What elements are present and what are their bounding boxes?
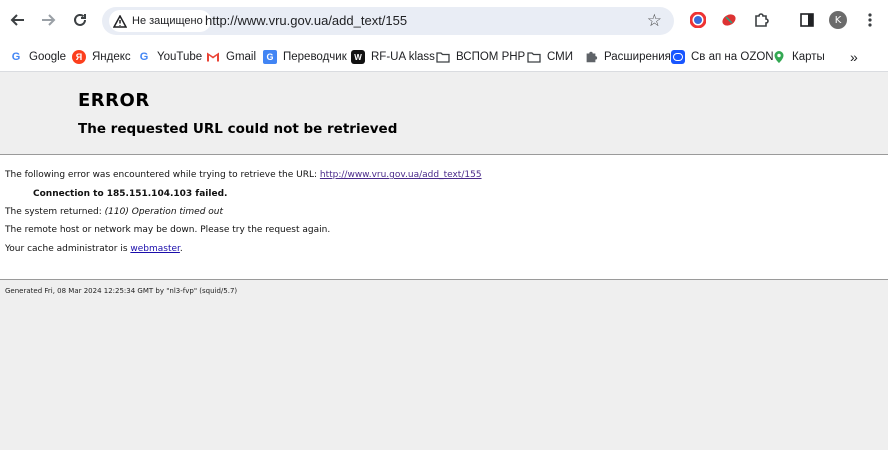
cache-admin-suffix: . xyxy=(179,244,183,254)
bookmark-folder-smi[interactable]: СМИ xyxy=(527,47,573,67)
webmaster-link[interactable]: webmaster xyxy=(130,244,180,254)
bookmarks-bar: G Google Я Яндекс G YouTube Gmail G Пере… xyxy=(0,42,888,72)
folder-icon xyxy=(436,52,450,63)
bookmark-yandex[interactable]: Я Яндекс xyxy=(72,47,131,67)
bookmark-rf-ua-klass[interactable]: W RF-UA klass xyxy=(351,47,435,67)
cache-admin-prefix: Your cache administrator is xyxy=(5,244,131,254)
app-icon: W xyxy=(351,50,365,64)
color-extension-icon[interactable] xyxy=(688,10,708,30)
security-label: Не защищено xyxy=(132,15,203,27)
google-icon: G xyxy=(11,51,21,63)
more-bookmarks-chevron-icon[interactable]: » xyxy=(850,47,858,67)
google-icon: G xyxy=(139,51,149,63)
requested-url-link[interactable]: http://www.vru.gov.ua/add_text/155 xyxy=(320,170,482,180)
puzzle-icon xyxy=(586,51,598,63)
maps-icon xyxy=(774,51,784,63)
system-returned-detail: (110) Operation timed out xyxy=(104,207,224,217)
reload-icon xyxy=(74,13,86,26)
red-extension-icon[interactable] xyxy=(719,10,739,30)
extensions-puzzle-icon[interactable] xyxy=(751,10,771,30)
bookmark-youtube[interactable]: G YouTube xyxy=(137,47,202,67)
yandex-icon: Я xyxy=(72,50,86,64)
bookmark-google[interactable]: G Google xyxy=(9,47,66,67)
browser-toolbar: Не защищено http://www.vru.gov.ua/add_te… xyxy=(0,0,888,42)
bookmark-maps[interactable]: Карты xyxy=(772,47,825,67)
error-subtitle: The requested URL could not be retrieved xyxy=(78,121,398,137)
bookmark-translate[interactable]: G Переводчик xyxy=(263,47,347,67)
error-page: ERROR The requested URL could not be ret… xyxy=(0,72,888,450)
warning-icon xyxy=(113,14,127,28)
side-panel-icon[interactable] xyxy=(797,10,817,30)
error-header: ERROR The requested URL could not be ret… xyxy=(0,72,888,155)
bookmark-star-icon[interactable]: ☆ xyxy=(647,11,662,31)
error-content: The following error was encountered whil… xyxy=(0,155,888,280)
translate-icon: G xyxy=(263,50,277,64)
error-intro-text: The following error was encountered whil… xyxy=(5,170,320,180)
system-returned-line: The system returned: (110) Operation tim… xyxy=(5,207,223,217)
cache-admin-line: Your cache administrator is webmaster. xyxy=(5,244,183,254)
forward-button[interactable] xyxy=(34,6,62,34)
reload-button[interactable] xyxy=(66,6,94,34)
profile-avatar[interactable]: K xyxy=(828,10,848,30)
bookmark-gmail[interactable]: Gmail xyxy=(206,47,256,67)
menu-dots-icon[interactable] xyxy=(860,10,880,30)
address-bar[interactable]: Не защищено http://www.vru.gov.ua/add_te… xyxy=(102,7,674,35)
system-returned-prefix: The system returned: xyxy=(5,207,105,217)
url-text[interactable]: http://www.vru.gov.ua/add_text/155 xyxy=(205,13,407,28)
folder-icon xyxy=(527,52,541,63)
back-arrow-icon xyxy=(10,14,24,26)
security-indicator[interactable]: Не защищено xyxy=(109,10,211,32)
generated-footer: Generated Fri, 08 Mar 2024 12:25:34 GMT … xyxy=(5,287,238,295)
back-button[interactable] xyxy=(4,6,32,34)
remote-host-text: The remote host or network may be down. … xyxy=(5,225,331,235)
ozon-icon xyxy=(671,50,685,64)
gmail-icon xyxy=(207,52,219,62)
connection-failed-text: Connection to 185.151.104.103 failed. xyxy=(33,189,228,199)
error-intro-line: The following error was encountered whil… xyxy=(5,170,482,180)
forward-arrow-icon xyxy=(42,14,56,26)
error-title: ERROR xyxy=(78,90,150,111)
bookmark-ozon[interactable]: Св ап на OZON xyxy=(671,47,774,67)
bookmark-folder-vspom[interactable]: ВСПОМ РНР xyxy=(436,47,525,67)
bookmark-extensions[interactable]: Расширения xyxy=(584,47,671,67)
